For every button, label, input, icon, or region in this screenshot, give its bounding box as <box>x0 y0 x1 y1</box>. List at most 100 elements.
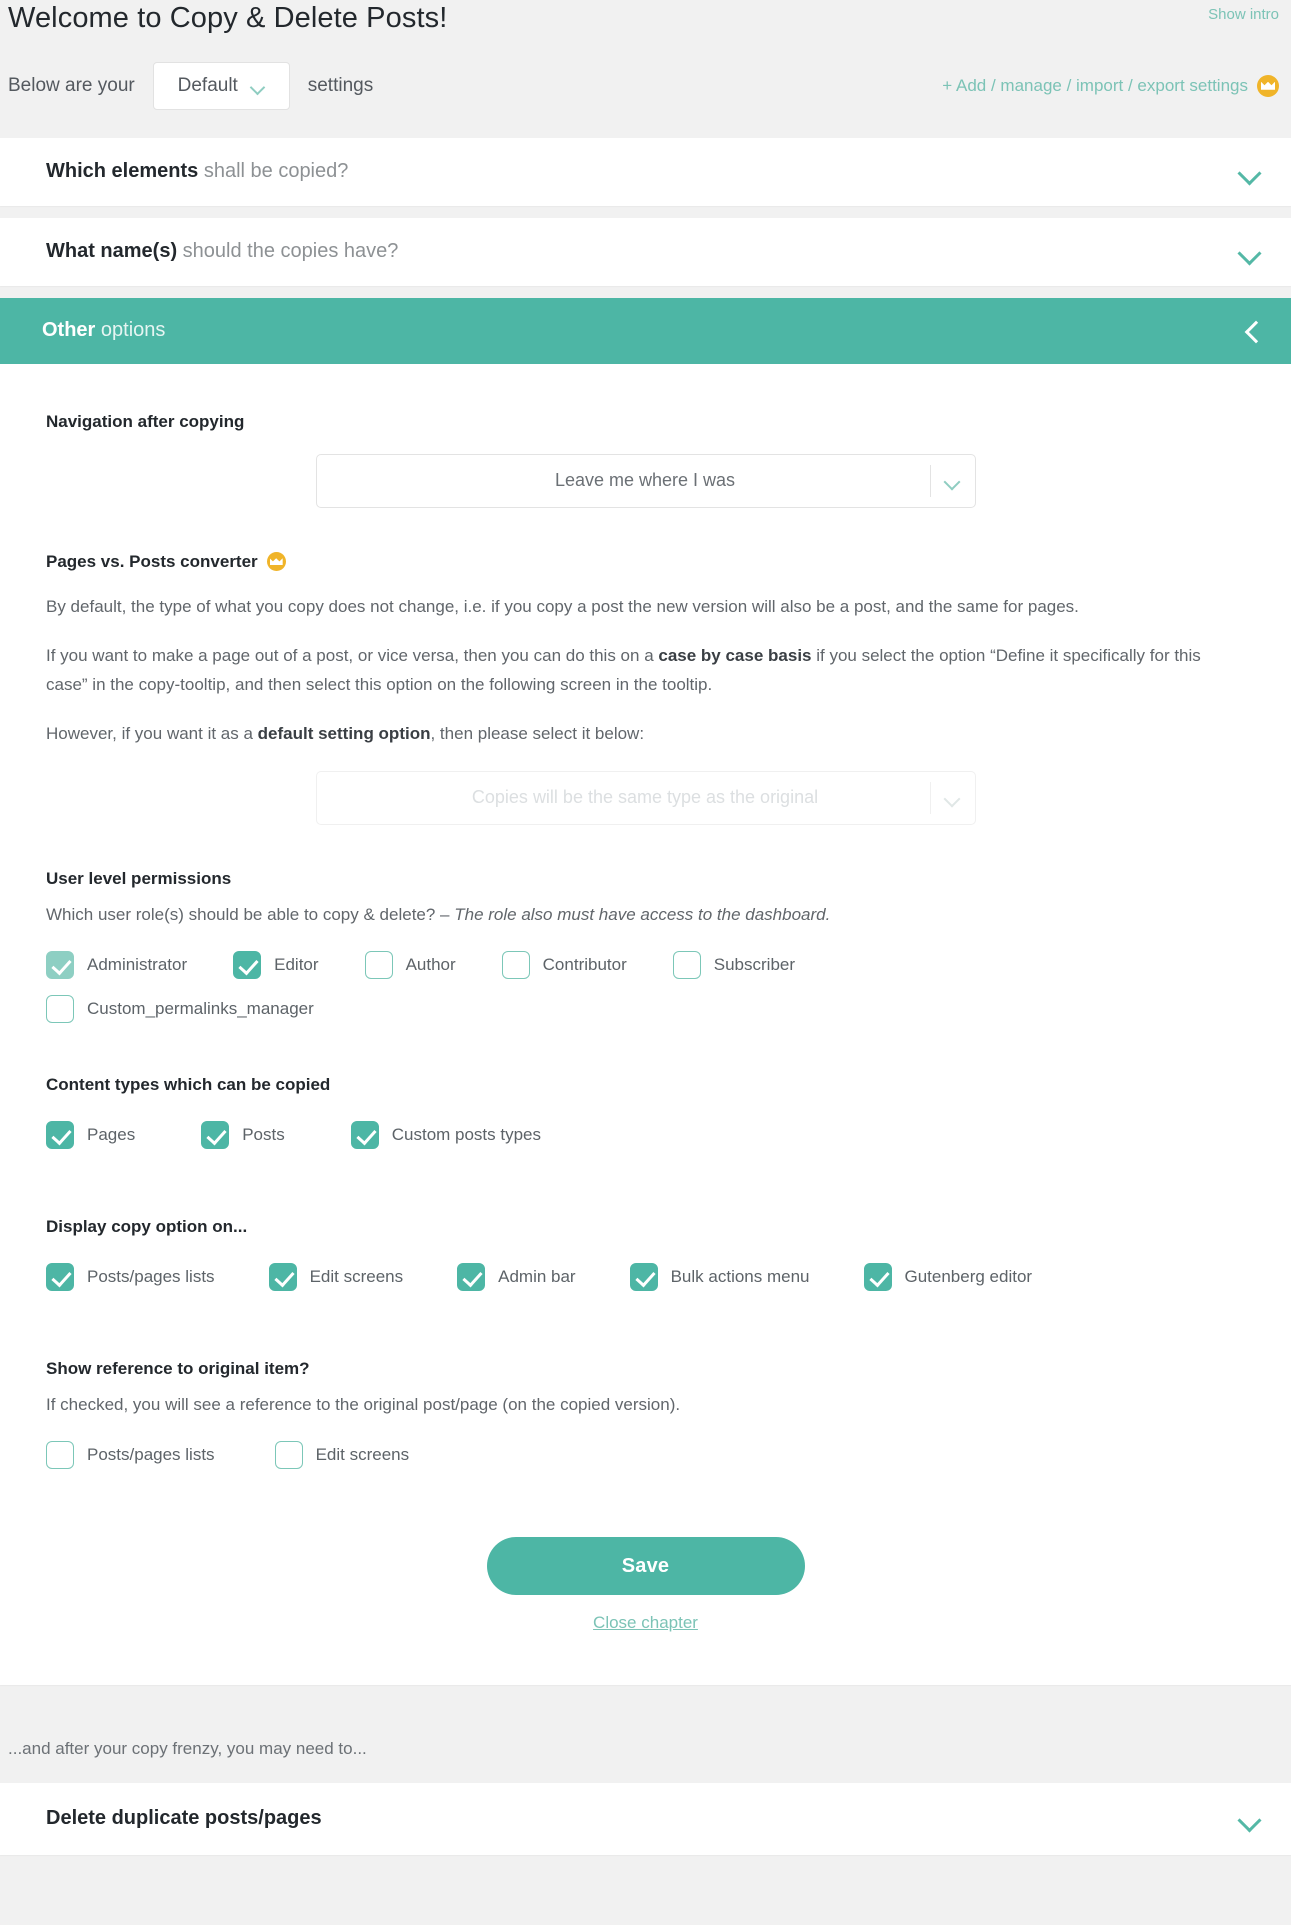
checkbox-reference-edit-screens[interactable]: Edit screens <box>274 1440 409 1469</box>
checkbox-contributor[interactable]: Contributor <box>501 950 627 979</box>
checkbox-box[interactable] <box>46 1262 74 1291</box>
checkbox-subscriber[interactable]: Subscriber <box>672 950 796 979</box>
panel-elements-title: Which elements shall be copied? <box>46 160 349 183</box>
checkbox-box[interactable] <box>457 1262 486 1291</box>
crown-icon <box>1257 74 1279 97</box>
checkbox-box[interactable] <box>672 950 701 979</box>
converter-paragraph-2: If you want to make a page out of a post… <box>46 645 1201 695</box>
checkbox-label: Pages <box>87 1124 136 1144</box>
settings-lead-text: Below are your <box>8 74 135 96</box>
navigation-select-value: Leave me where I was <box>554 470 736 491</box>
settings-trailing-text: settings <box>307 74 374 96</box>
content-types-group: Content types which can be copied Pages … <box>46 1075 1245 1165</box>
checkbox-display-gutenberg-editor[interactable]: Gutenberg editor <box>863 1262 1033 1291</box>
panel-delete-duplicates-title: Delete duplicate posts/pages <box>46 1807 322 1830</box>
converter-paragraph-1: By default, the type of what you copy do… <box>46 596 1079 616</box>
manage-settings-group: + Add / manage / import / export setting… <box>942 74 1279 97</box>
panel-other-options-header[interactable]: Other options <box>0 297 1291 364</box>
manage-settings-link[interactable]: + Add / manage / import / export setting… <box>942 76 1248 96</box>
checkbox-display-bulk-actions-menu[interactable]: Bulk actions menu <box>629 1262 810 1291</box>
user-permissions-group: User level permissions Which user role(s… <box>46 869 1245 1023</box>
converter-label-text: Pages vs. Posts converter <box>46 551 258 571</box>
navigation-select[interactable]: Leave me where I was <box>315 453 976 508</box>
checkbox-author[interactable]: Author <box>364 950 456 979</box>
checkbox-pages[interactable]: Pages <box>46 1120 136 1149</box>
profile-select[interactable]: Default <box>152 61 290 110</box>
settings-row: Below are your Default settings + Add / … <box>0 38 1291 110</box>
page-header: Welcome to Copy & Delete Posts! Show int… <box>0 0 1291 110</box>
page-title: Welcome to Copy & Delete Posts! <box>8 2 448 34</box>
panel-names: What name(s) should the copies have? <box>0 217 1291 286</box>
checkbox-label: Subscriber <box>713 954 796 974</box>
checkbox-box[interactable] <box>350 1120 379 1149</box>
checkbox-label: Custom_permalinks_manager <box>87 998 314 1018</box>
converter-select-wrap: Copies will be the same type as the orig… <box>46 770 1245 825</box>
checkbox-reference-posts-pages-lists[interactable]: Posts/pages lists <box>46 1440 215 1469</box>
show-reference-checkbox-row: Posts/pages lists Edit screens <box>46 1440 1245 1485</box>
checkbox-box[interactable] <box>46 1440 74 1469</box>
checkbox-custom-posts-types[interactable]: Custom posts types <box>350 1120 541 1149</box>
checkbox-label: Administrator <box>87 954 188 974</box>
content-types-checkbox-row: Pages Posts Custom posts types <box>46 1120 1245 1165</box>
panel-delete-duplicates-header[interactable]: Delete duplicate posts/pages <box>0 1783 1291 1855</box>
checkbox-box[interactable] <box>629 1262 658 1291</box>
chevron-down-icon[interactable] <box>1239 165 1261 178</box>
chevron-down-icon[interactable] <box>1239 245 1261 258</box>
converter-paragraph-3: However, if you want it as a default set… <box>46 724 645 744</box>
panel-names-header[interactable]: What name(s) should the copies have? <box>0 218 1291 286</box>
close-chapter-link[interactable]: Close chapter <box>46 1613 1245 1633</box>
checkbox-label: Admin bar <box>498 1266 576 1286</box>
checkbox-label: Bulk actions menu <box>670 1266 810 1286</box>
checkbox-box[interactable] <box>46 994 74 1023</box>
converter-group: Pages vs. Posts converter By default, th… <box>46 552 1245 825</box>
checkbox-box[interactable] <box>233 950 262 979</box>
show-intro-link[interactable]: Show intro <box>1208 0 1279 23</box>
show-reference-group: Show reference to original item? If chec… <box>46 1359 1245 1485</box>
chevron-down-icon[interactable] <box>1239 1812 1261 1825</box>
checkbox-box[interactable] <box>863 1262 892 1291</box>
checkbox-display-edit-screens[interactable]: Edit screens <box>268 1262 404 1291</box>
checkbox-administrator[interactable]: Administrator <box>46 950 188 979</box>
display-on-label: Display copy option on... <box>46 1216 248 1236</box>
panel-elements-header[interactable]: Which elements shall be copied? <box>0 138 1291 206</box>
content-types-label: Content types which can be copied <box>46 1074 331 1094</box>
checkbox-label: Edit screens <box>309 1266 404 1286</box>
panel-other-options: Other options Navigation after copying L… <box>0 297 1291 1685</box>
after-copy-note: ...and after your copy frenzy, you may n… <box>8 1738 367 1758</box>
checkbox-label: Gutenberg editor <box>904 1266 1033 1286</box>
checkbox-label: Author <box>405 954 456 974</box>
checkbox-label: Posts <box>242 1124 285 1144</box>
checkbox-box[interactable] <box>268 1262 297 1291</box>
converter-select[interactable]: Copies will be the same type as the orig… <box>315 770 976 825</box>
checkbox-box[interactable] <box>364 950 393 979</box>
checkbox-editor[interactable]: Editor <box>233 950 319 979</box>
checkbox-custom-permalinks-manager[interactable]: Custom_permalinks_manager <box>46 994 1199 1023</box>
title-row: Welcome to Copy & Delete Posts! Show int… <box>0 0 1291 38</box>
converter-select-value: Copies will be the same type as the orig… <box>471 787 819 808</box>
checkbox-box[interactable] <box>46 950 74 979</box>
checkbox-label: Contributor <box>542 954 627 974</box>
settings-accordion: Which elements shall be copied? What nam… <box>0 137 1291 1685</box>
checkbox-box[interactable] <box>201 1120 230 1149</box>
checkbox-label: Posts/pages lists <box>87 1266 215 1286</box>
panel-other-options-body: Navigation after copying Leave me where … <box>0 364 1291 1685</box>
chevron-down-icon[interactable] <box>931 793 975 802</box>
chevron-down-icon[interactable] <box>931 476 975 485</box>
crown-icon <box>266 552 286 572</box>
panel-elements: Which elements shall be copied? <box>0 137 1291 206</box>
checkbox-box[interactable] <box>501 950 530 979</box>
chevron-down-icon <box>252 82 265 90</box>
checkbox-display-posts-pages-lists[interactable]: Posts/pages lists <box>46 1262 215 1291</box>
checkbox-posts[interactable]: Posts <box>201 1120 285 1149</box>
panel-other-options-title: Other options <box>42 319 166 342</box>
user-permissions-label: User level permissions <box>46 868 232 888</box>
checkbox-box[interactable] <box>274 1440 303 1469</box>
chevron-left-icon[interactable] <box>1243 321 1261 341</box>
save-button[interactable]: Save <box>486 1536 805 1595</box>
checkbox-label: Editor <box>274 954 319 974</box>
panel-delete-duplicates: Delete duplicate posts/pages <box>0 1782 1291 1855</box>
checkbox-display-admin-bar[interactable]: Admin bar <box>457 1262 576 1291</box>
show-reference-label: Show reference to original item? <box>46 1358 310 1378</box>
display-on-checkbox-row: Posts/pages lists Edit screens Admin bar… <box>46 1262 1245 1307</box>
checkbox-box[interactable] <box>46 1120 74 1149</box>
